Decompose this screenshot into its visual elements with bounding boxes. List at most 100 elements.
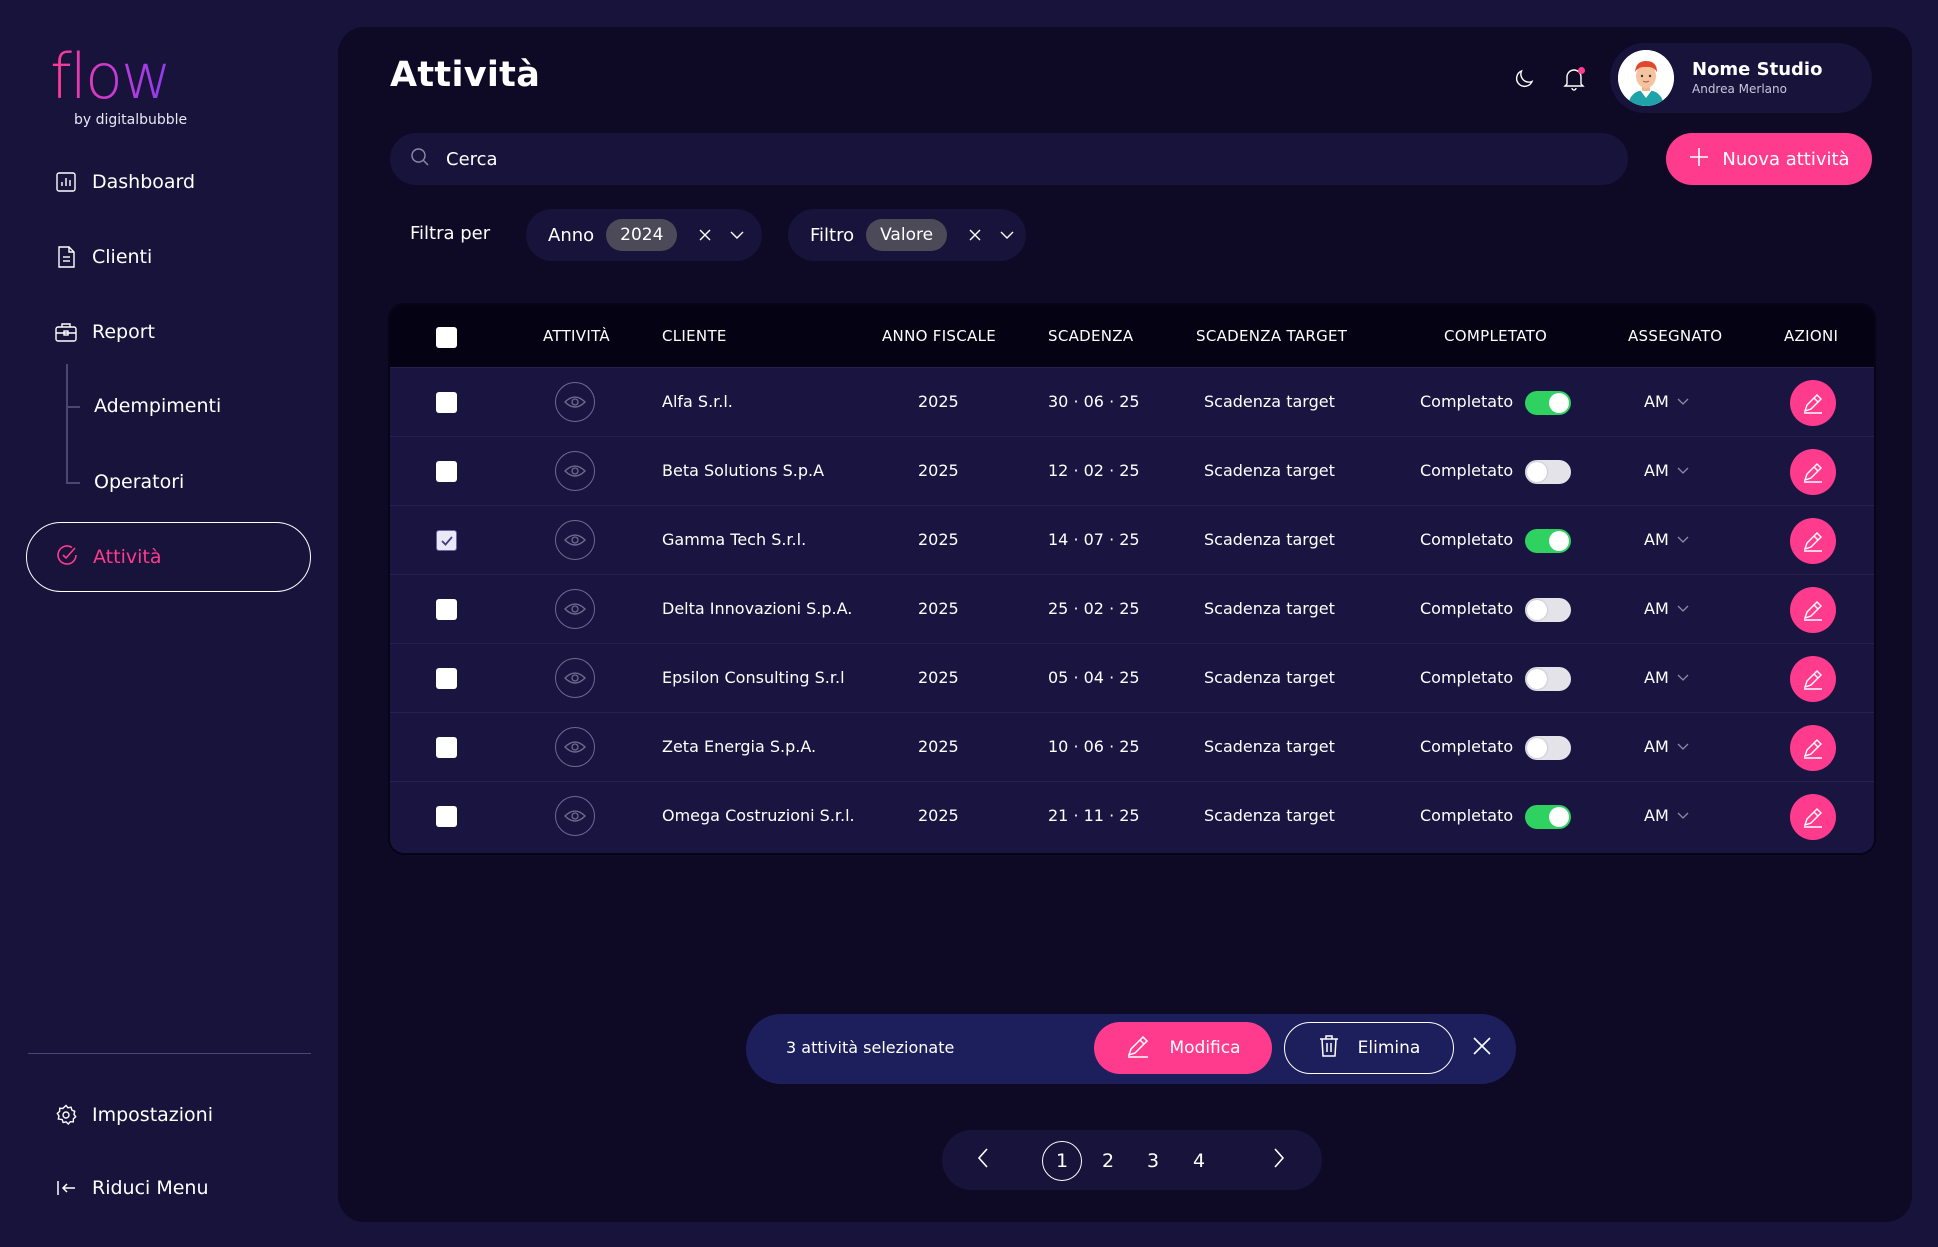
page-4[interactable]: 4 <box>1179 1141 1219 1181</box>
filter-label: Filtra per <box>410 223 491 244</box>
activities-table: ATTIVITÀ CLIENTE ANNO FISCALE SCADENZA S… <box>390 305 1874 853</box>
row-checkbox[interactable] <box>436 392 457 413</box>
client-name: Gamma Tech S.r.l. <box>662 530 807 549</box>
completed-toggle[interactable] <box>1525 667 1571 691</box>
row-checkbox[interactable] <box>436 668 457 689</box>
sidebar-item-attivita[interactable]: Attività <box>26 522 311 592</box>
column-header: SCADENZA TARGET <box>1196 327 1348 345</box>
edit-row-button[interactable] <box>1790 449 1836 495</box>
edit-row-button[interactable] <box>1790 794 1836 840</box>
new-activity-button[interactable]: Nuova attività <box>1666 133 1872 185</box>
completed-label: Completato <box>1420 461 1514 480</box>
bulk-edit-button[interactable]: Modifica <box>1094 1022 1272 1074</box>
completed-toggle[interactable] <box>1525 391 1571 415</box>
assignee-dropdown[interactable]: AM <box>1644 737 1689 756</box>
eye-icon <box>564 396 586 408</box>
edit-row-button[interactable] <box>1790 725 1836 771</box>
sidebar-item-impostazioni[interactable]: Impostazioni <box>54 1095 213 1135</box>
eye-icon <box>564 534 586 546</box>
completed-toggle[interactable] <box>1525 460 1571 484</box>
document-icon <box>54 245 78 269</box>
tree-connector <box>66 406 80 408</box>
sidebar-item-label: Riduci Menu <box>92 1177 209 1199</box>
sidebar-item-riduci-menu[interactable]: Riduci Menu <box>54 1168 209 1208</box>
page-2[interactable]: 2 <box>1088 1141 1128 1181</box>
assignee-dropdown[interactable]: AM <box>1644 599 1689 618</box>
search-input[interactable]: Cerca <box>446 149 498 170</box>
row-checkbox[interactable] <box>436 806 457 827</box>
view-activity-button[interactable] <box>555 451 595 491</box>
clear-filter-icon[interactable] <box>965 225 985 245</box>
briefcase-icon <box>54 320 78 344</box>
table-row[interactable]: Alfa S.r.l. 2025 30 · 06 · 25 Scadenza targ… <box>390 367 1874 436</box>
assignee-dropdown[interactable]: AM <box>1644 461 1689 480</box>
sidebar-subitem-operatori[interactable]: Operatori <box>94 462 184 502</box>
edit-row-button[interactable] <box>1790 656 1836 702</box>
assignee-dropdown[interactable]: AM <box>1644 668 1689 687</box>
sidebar-item-label: Dashboard <box>92 171 196 193</box>
table-row[interactable]: Gamma Tech S.r.l. 2025 14 · 07 · 25 Scadenz… <box>390 505 1874 574</box>
view-activity-button[interactable] <box>555 589 595 629</box>
toggle-knob <box>1527 669 1547 689</box>
assignee-dropdown[interactable]: AM <box>1644 530 1689 549</box>
table-row[interactable]: Beta Solutions S.p.A 2025 12 · 02 · 25 Scad… <box>390 436 1874 505</box>
filter-chip-filtro[interactable]: Filtro Valore <box>788 209 1026 261</box>
sidebar: flow by digitalbubble Dashboard Clienti … <box>0 0 338 1247</box>
page-1[interactable]: 1 <box>1042 1141 1082 1181</box>
assignee-initials: AM <box>1644 668 1669 687</box>
notifications-button[interactable] <box>1556 63 1592 99</box>
clear-filter-icon[interactable] <box>695 225 715 245</box>
prev-page-button[interactable] <box>968 1145 998 1175</box>
assignee-dropdown[interactable]: AM <box>1644 806 1689 825</box>
dark-mode-toggle[interactable] <box>1506 63 1542 99</box>
eye-icon <box>564 741 586 753</box>
next-page-button[interactable] <box>1264 1145 1294 1175</box>
due-date: 30 · 06 · 25 <box>1048 392 1140 411</box>
chevron-down-icon <box>1677 605 1689 612</box>
chevron-down-icon[interactable] <box>997 225 1017 245</box>
edit-row-button[interactable] <box>1790 587 1836 633</box>
pencil-icon <box>1803 670 1822 690</box>
sidebar-item-clienti[interactable]: Clienti <box>54 237 152 277</box>
chevron-down-icon[interactable] <box>727 225 747 245</box>
edit-row-button[interactable] <box>1790 380 1836 426</box>
search-bar[interactable]: Cerca <box>390 133 1628 185</box>
completed-toggle[interactable] <box>1525 805 1571 829</box>
assignee-initials: AM <box>1644 461 1669 480</box>
plus-icon <box>1688 146 1710 173</box>
view-activity-button[interactable] <box>555 382 595 422</box>
page-title: Attività <box>390 55 541 95</box>
completed-toggle[interactable] <box>1525 598 1571 622</box>
table-row[interactable]: Zeta Energia S.p.A. 2025 10 · 06 · 25 Scade… <box>390 712 1874 781</box>
profile-menu[interactable]: Nome Studio Andrea Merlano <box>1610 43 1872 113</box>
assignee-initials: AM <box>1644 737 1669 756</box>
select-all-checkbox[interactable] <box>436 327 457 348</box>
assignee-dropdown[interactable]: AM <box>1644 392 1689 411</box>
view-activity-button[interactable] <box>555 658 595 698</box>
edit-row-button[interactable] <box>1790 518 1836 564</box>
chevron-down-icon <box>1677 536 1689 543</box>
completed-toggle[interactable] <box>1525 529 1571 553</box>
bulk-delete-button[interactable]: Elimina <box>1284 1022 1454 1074</box>
sidebar-item-dashboard[interactable]: Dashboard <box>54 162 195 202</box>
page-3[interactable]: 3 <box>1133 1141 1173 1181</box>
filter-chip-anno[interactable]: Anno 2024 <box>526 209 762 261</box>
row-checkbox[interactable] <box>436 530 457 551</box>
sidebar-subitem-adempimenti[interactable]: Adempimenti <box>94 386 221 426</box>
chevron-down-icon <box>1677 467 1689 474</box>
table-row[interactable]: Delta Innovazioni S.p.A. 2025 25 · 02 · 25… <box>390 574 1874 643</box>
chevron-down-icon <box>1677 812 1689 819</box>
view-activity-button[interactable] <box>555 796 595 836</box>
table-row[interactable]: Epsilon Consulting S.r.l 2025 05 · 04 · 25… <box>390 643 1874 712</box>
sidebar-item-report[interactable]: Report <box>54 312 155 352</box>
view-activity-button[interactable] <box>555 520 595 560</box>
filter-chip-value: Valore <box>866 219 948 251</box>
completed-toggle[interactable] <box>1525 736 1571 760</box>
table-row[interactable]: Omega Costruzioni S.r.l. 2025 21 · 11 · 25… <box>390 781 1874 850</box>
close-selection-button[interactable] <box>1468 1034 1496 1062</box>
row-checkbox[interactable] <box>436 737 457 758</box>
row-checkbox[interactable] <box>436 599 457 620</box>
logo[interactable]: flow by digitalbubble <box>50 44 200 134</box>
view-activity-button[interactable] <box>555 727 595 767</box>
row-checkbox[interactable] <box>436 461 457 482</box>
